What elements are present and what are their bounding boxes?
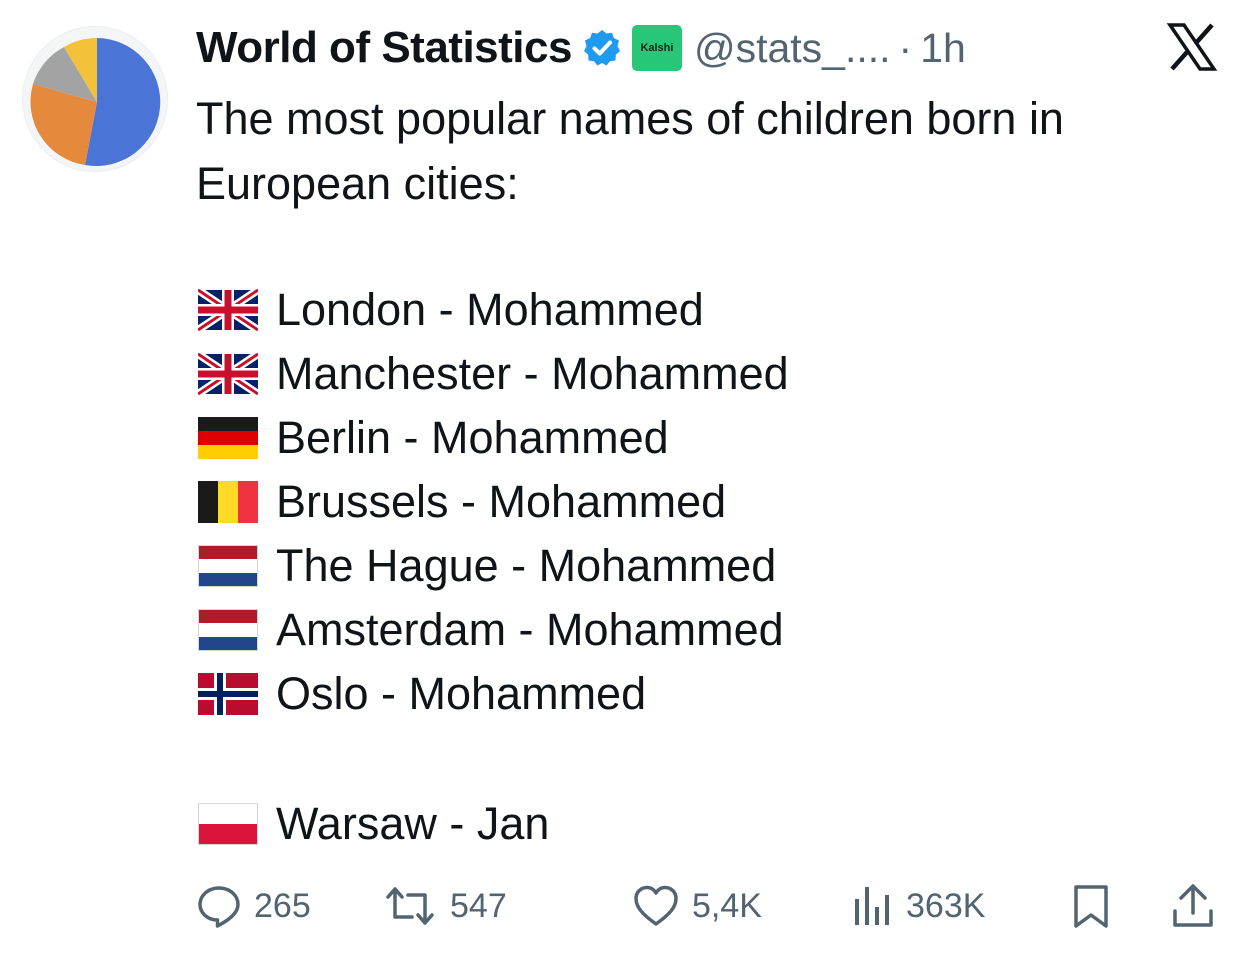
affiliate-badge[interactable]: Kalshi — [631, 25, 682, 71]
action-bar: 265 547 5,4K 363K — [196, 878, 1226, 934]
avatar[interactable] — [22, 26, 168, 172]
retweet-count: 547 — [450, 886, 507, 925]
tweet-text-line: European cities: — [196, 158, 519, 209]
retweet-button[interactable]: 547 — [382, 878, 507, 934]
list-item: Brussels - Mohammed — [198, 472, 726, 532]
uk-flag-icon — [198, 352, 258, 396]
list-item: Amsterdam - Mohammed — [198, 600, 784, 660]
netherlands-flag-icon — [198, 608, 258, 652]
view-count: 363K — [906, 886, 986, 925]
belgium-flag-icon — [198, 480, 258, 524]
views-bar-chart-icon — [855, 887, 889, 925]
list-item: Warsaw - Jan — [198, 794, 549, 854]
uk-flag-icon — [198, 288, 258, 332]
verified-badge-icon[interactable] — [582, 28, 622, 68]
entry-text: Manchester - Mohammed — [276, 348, 789, 399]
entry-text: Warsaw - Jan — [276, 798, 550, 849]
list-item: Manchester - Mohammed — [198, 344, 789, 404]
tweet-text: The most popular names of children born … — [196, 86, 1226, 216]
reply-button[interactable]: 265 — [196, 878, 311, 934]
netherlands-flag-icon — [198, 544, 258, 588]
bookmark-button[interactable] — [1070, 878, 1126, 934]
entry-text: Oslo - Mohammed — [276, 668, 647, 719]
list-item: The Hague - Mohammed — [198, 536, 776, 596]
list-item: London - Mohammed — [198, 280, 704, 340]
share-button[interactable] — [1170, 878, 1228, 934]
share-icon — [1173, 884, 1213, 927]
like-count: 5,4K — [692, 886, 762, 925]
germany-flag-icon — [198, 416, 258, 460]
display-name[interactable]: World of Statistics — [196, 23, 572, 73]
pie-chart-avatar-icon — [30, 37, 161, 166]
timestamp[interactable]: 1h — [920, 25, 966, 72]
entry-text: The Hague - Mohammed — [276, 540, 777, 591]
list-item: Berlin - Mohammed — [198, 408, 669, 468]
tweet-text-line: The most popular names of children born … — [196, 93, 1064, 144]
poland-flag-icon — [198, 802, 258, 846]
entry-text: Berlin - Mohammed — [276, 412, 669, 463]
entry-text: Amsterdam - Mohammed — [276, 604, 784, 655]
reply-icon — [198, 886, 240, 928]
bookmark-icon — [1074, 885, 1108, 928]
tweet-header: World of Statistics Kalshi @stats_.... ·… — [196, 18, 966, 78]
entry-text: Brussels - Mohammed — [276, 476, 727, 527]
x-logo-icon[interactable] — [1166, 22, 1218, 72]
retweet-icon — [386, 887, 434, 925]
views-button[interactable]: 363K — [852, 878, 985, 934]
entry-text: London - Mohammed — [276, 284, 704, 335]
handle[interactable]: @stats_.... — [694, 25, 891, 72]
reply-count: 265 — [254, 886, 311, 925]
separator-dot: · — [898, 24, 913, 71]
like-button[interactable]: 5,4K — [632, 878, 762, 934]
list-item: Oslo - Mohammed — [198, 664, 646, 724]
heart-icon — [634, 885, 678, 926]
norway-flag-icon — [198, 672, 258, 716]
